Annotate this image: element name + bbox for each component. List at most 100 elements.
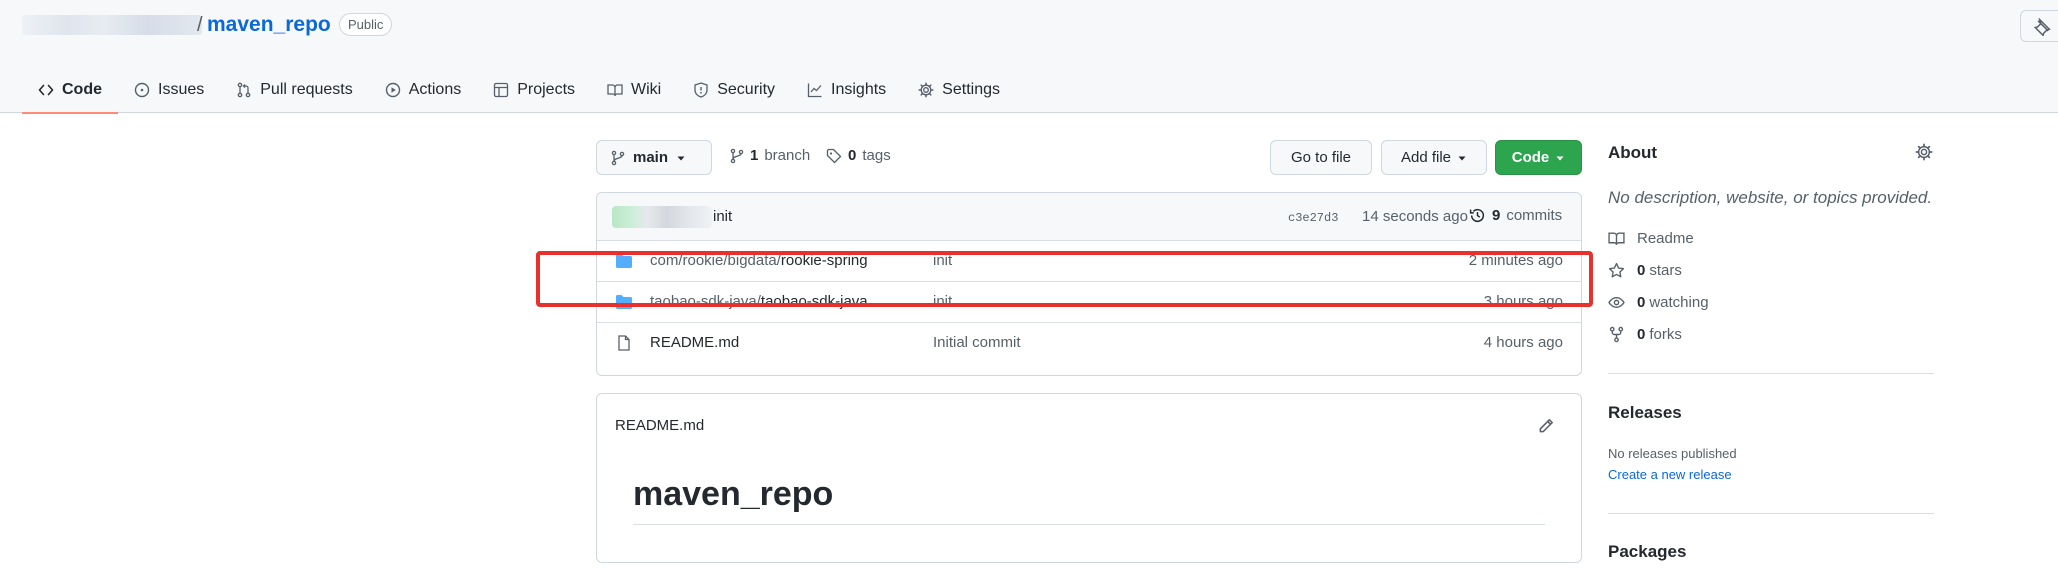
- file-list-box: init c3e27d3 14 seconds ago 9 commits co…: [596, 192, 1582, 376]
- tab-security-label: Security: [717, 81, 776, 98]
- branches-link[interactable]: 1 branch: [730, 147, 810, 164]
- file-leaf-name: README.md: [650, 334, 740, 351]
- tab-code[interactable]: Code: [22, 67, 118, 114]
- sidebar-divider: [1608, 513, 1934, 514]
- tab-projects[interactable]: Projects: [477, 67, 591, 113]
- sidebar-divider: [1608, 373, 1934, 374]
- file-row: com/rookie/bigdata/rookie-spring init 2 …: [597, 240, 1581, 281]
- commit-count-label: commits: [1506, 207, 1563, 224]
- file-icon: [618, 335, 630, 351]
- folder-icon: [616, 254, 632, 268]
- go-to-file-button[interactable]: Go to file: [1270, 140, 1372, 175]
- about-title: About: [1608, 143, 1658, 162]
- code-button-label: Code: [1511, 149, 1550, 166]
- file-path-prefix: taobao-sdk-java/: [650, 293, 761, 310]
- file-name-link[interactable]: README.md: [650, 334, 739, 351]
- branch-name: main: [633, 149, 669, 166]
- file-commit-time: 3 hours ago: [1483, 293, 1563, 310]
- readme-heading: maven_repo: [633, 475, 834, 513]
- gear-icon: [918, 82, 934, 98]
- forks-link[interactable]: 0 forks: [1608, 326, 1682, 343]
- git-branch-icon: [611, 150, 625, 165]
- tab-pull-requests-label: Pull requests: [260, 81, 353, 98]
- file-name-link[interactable]: com/rookie/bigdata/rookie-spring: [650, 252, 868, 269]
- caret-down-icon: [1458, 156, 1466, 160]
- visibility-badge: Public: [339, 13, 393, 36]
- pin-button[interactable]: [2020, 10, 2058, 42]
- eye-icon: [1608, 297, 1625, 308]
- graph-icon: [807, 83, 822, 98]
- create-release-link[interactable]: Create a new release: [1608, 467, 1732, 482]
- tab-wiki-label: Wiki: [631, 81, 662, 98]
- file-commit-message[interactable]: Initial commit: [933, 334, 1021, 351]
- file-commit-message[interactable]: init: [933, 293, 952, 310]
- tab-insights[interactable]: Insights: [791, 67, 902, 113]
- commit-message-link[interactable]: init: [713, 208, 732, 225]
- readme-divider: [633, 524, 1545, 525]
- pencil-icon[interactable]: [1537, 417, 1555, 435]
- repo-separator: /: [197, 14, 203, 36]
- tab-issues[interactable]: Issues: [118, 67, 220, 113]
- tab-issues-label: Issues: [158, 81, 205, 98]
- stars-count: 0: [1637, 262, 1646, 279]
- git-branch-icon: [730, 148, 744, 163]
- go-to-file-label: Go to file: [1290, 149, 1352, 166]
- tab-insights-label: Insights: [831, 81, 887, 98]
- tab-settings-label: Settings: [942, 81, 1000, 98]
- tab-projects-label: Projects: [517, 81, 576, 98]
- file-leaf-name: taobao-sdk-java: [760, 293, 868, 310]
- book-icon: [607, 84, 623, 97]
- issue-opened-icon: [134, 82, 150, 98]
- file-path-prefix: com/rookie/bigdata/: [650, 252, 781, 269]
- watching-link[interactable]: 0 watching: [1608, 294, 1709, 311]
- add-file-button[interactable]: Add file: [1381, 140, 1487, 175]
- tag-count: 0: [848, 147, 857, 164]
- watching-label: watching: [1649, 294, 1709, 311]
- stars-link[interactable]: 0 stars: [1608, 262, 1682, 279]
- owner-name-blurred[interactable]: [22, 15, 202, 35]
- watching-count: 0: [1637, 294, 1646, 311]
- readme-box: README.md maven_repo: [596, 393, 1582, 563]
- git-pull-request-icon: [237, 82, 251, 98]
- stars-label: stars: [1649, 262, 1682, 279]
- readme-link[interactable]: Readme: [1608, 230, 1694, 247]
- tab-security[interactable]: Security: [677, 67, 791, 113]
- code-button[interactable]: Code: [1495, 140, 1582, 175]
- tab-actions-label: Actions: [408, 81, 462, 98]
- commits-history-link[interactable]: 9 commits: [1469, 207, 1562, 224]
- readme-title-link[interactable]: README.md: [615, 417, 704, 434]
- file-name-link[interactable]: taobao-sdk-java/taobao-sdk-java: [650, 293, 868, 310]
- play-icon: [385, 82, 400, 98]
- packages-title[interactable]: Packages: [1608, 542, 1686, 562]
- branch-select-button[interactable]: main: [596, 140, 712, 175]
- file-commit-time: 4 hours ago: [1483, 334, 1563, 351]
- tab-actions[interactable]: Actions: [369, 67, 477, 113]
- table-icon: [494, 82, 509, 98]
- tab-wiki[interactable]: Wiki: [591, 67, 677, 113]
- tab-pull-requests[interactable]: Pull requests: [220, 67, 369, 113]
- tab-code-label: Code: [62, 81, 102, 98]
- gear-icon[interactable]: [1915, 143, 1933, 161]
- tags-link[interactable]: 0 tags: [826, 147, 891, 164]
- repo-name-link[interactable]: maven_repo: [207, 13, 331, 37]
- no-releases-text: No releases published: [1608, 446, 1737, 461]
- star-icon: [1608, 262, 1625, 278]
- commit-time: 14 seconds ago: [1362, 208, 1468, 225]
- caret-down-icon: [1556, 156, 1564, 160]
- releases-title[interactable]: Releases: [1608, 403, 1682, 423]
- repo-tabs: Code Issues Pull requests Actions Projec…: [22, 67, 1016, 114]
- commit-count: 9: [1492, 207, 1501, 224]
- file-commit-message[interactable]: init: [933, 252, 952, 269]
- tab-settings[interactable]: Settings: [902, 67, 1016, 113]
- author-avatar-blurred[interactable]: [612, 206, 712, 228]
- caret-down-icon: [677, 156, 685, 160]
- repo-header: / maven_repo Public Code Issues Pull req…: [0, 0, 2058, 114]
- history-icon: [1469, 208, 1485, 222]
- latest-commit-bar: init c3e27d3 14 seconds ago 9 commits: [597, 193, 1581, 241]
- forks-label: forks: [1649, 326, 1682, 343]
- commit-sha-link[interactable]: c3e27d3: [1288, 211, 1338, 225]
- repo-forked-icon: [1609, 326, 1624, 343]
- branch-label: branch: [764, 147, 811, 164]
- folder-icon: [616, 295, 632, 309]
- tag-icon: [826, 148, 842, 163]
